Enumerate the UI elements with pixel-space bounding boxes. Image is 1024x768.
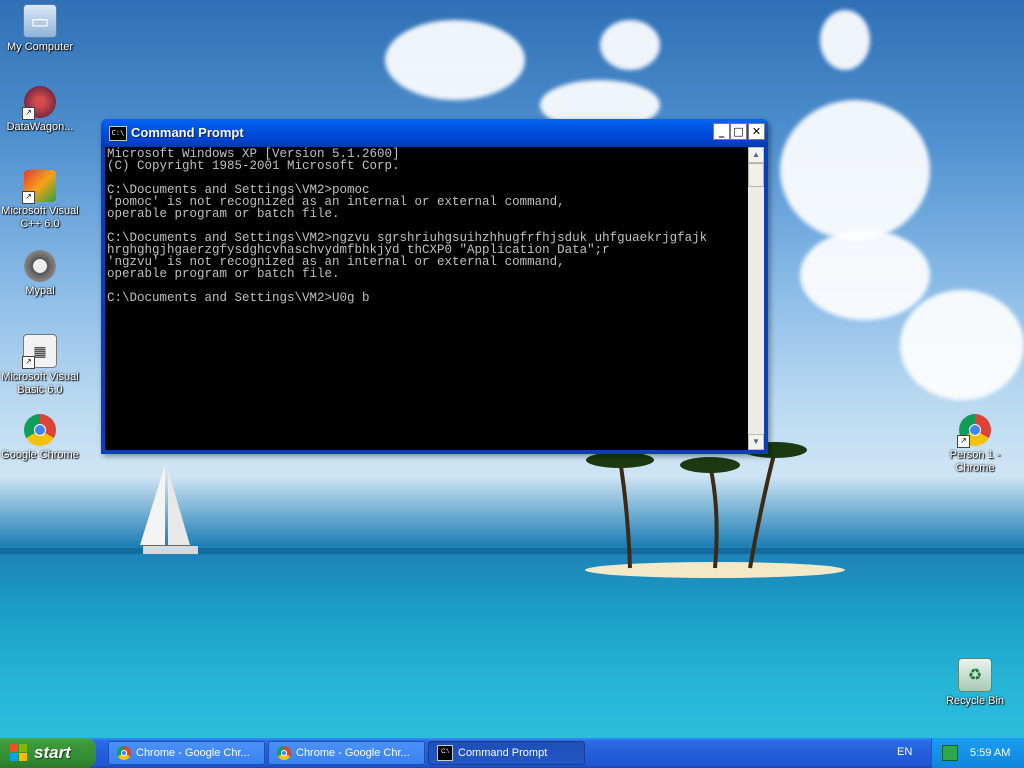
desktop-icon-label: Microsoft Visual Basic 6.0	[1, 371, 79, 396]
desktop-icon-label: My Computer	[6, 41, 74, 53]
my-computer-icon: ▭	[23, 4, 57, 38]
close-button[interactable]: ✕	[748, 123, 765, 140]
taskbar-item-label: Chrome - Google Chr...	[296, 747, 410, 759]
datawagon-icon: ↗	[22, 86, 56, 120]
scroll-down-button[interactable]: ▼	[748, 434, 764, 450]
windows-logo-icon	[10, 744, 28, 762]
scroll-thumb[interactable]	[748, 163, 764, 187]
cloud	[800, 230, 930, 320]
command-prompt-window[interactable]: C:\ Command Prompt _ □ ✕ Microsoft Windo…	[101, 119, 768, 454]
language-indicator[interactable]: EN	[897, 746, 912, 758]
minimize-button[interactable]: _	[713, 123, 730, 140]
visual-basic-icon: ▦ ↗	[22, 334, 57, 369]
window-titlebar[interactable]: C:\ Command Prompt _ □ ✕	[101, 119, 768, 147]
chrome-person-icon: ↗	[957, 414, 991, 448]
chrome-icon	[24, 414, 56, 446]
console-output[interactable]: Microsoft Windows XP [Version 5.1.2600] …	[105, 147, 748, 450]
desktop-icon-label: Microsoft Visual C++ 6.0	[1, 205, 79, 230]
cloud	[780, 100, 930, 240]
desktop-icon-visual-basic[interactable]: ▦ ↗ Microsoft Visual Basic 6.0	[0, 334, 80, 397]
start-label: start	[34, 743, 71, 762]
clock[interactable]: 5:59 AM	[970, 747, 1010, 759]
sailboat	[140, 465, 198, 554]
network-icon[interactable]	[942, 745, 958, 761]
shortcut-arrow-icon: ↗	[22, 356, 35, 369]
desktop-icon-person1-chrome[interactable]: ↗ Person 1 - Chrome	[935, 414, 1015, 475]
console-text: Microsoft Windows XP [Version 5.1.2600] …	[107, 147, 708, 305]
taskbar-item-command-prompt[interactable]: C:\ Command Prompt	[428, 741, 585, 765]
desktop-icon-recycle-bin[interactable]: ♻ Recycle Bin	[935, 658, 1015, 708]
taskbar-item-label: Command Prompt	[458, 747, 548, 759]
desktop-icon-label: Recycle Bin	[945, 695, 1005, 707]
taskbar-item-chrome-2[interactable]: Chrome - Google Chr...	[268, 741, 425, 765]
desktop-icon-label: Google Chrome	[1, 449, 79, 461]
desktop-icon-label: Mypal	[25, 285, 55, 297]
shortcut-arrow-icon: ↗	[957, 435, 970, 448]
desktop-icon-visual-cpp[interactable]: ↗ Microsoft Visual C++ 6.0	[0, 170, 80, 231]
mypal-icon	[24, 250, 56, 282]
command-prompt-icon: C:\	[437, 745, 453, 761]
desktop-icon-label: Person 1 - Chrome	[949, 449, 1001, 474]
start-button[interactable]: start	[0, 738, 96, 768]
desktop-icon-my-computer[interactable]: ▭ My Computer	[0, 4, 80, 54]
system-tray: 5:59 AM	[931, 738, 1024, 768]
taskbar-item-chrome-1[interactable]: Chrome - Google Chr...	[108, 741, 265, 765]
cloud	[385, 20, 525, 100]
vertical-scrollbar[interactable]: ▲ ▼	[748, 147, 764, 450]
recycle-bin-icon: ♻	[958, 658, 992, 692]
taskbar: start Chrome - Google Chr... Chrome - Go…	[0, 738, 1024, 768]
chrome-icon	[117, 746, 131, 760]
command-prompt-icon[interactable]: C:\	[109, 126, 127, 141]
chrome-icon	[277, 746, 291, 760]
desktop-icon-google-chrome[interactable]: Google Chrome	[0, 414, 80, 462]
taskbar-item-label: Chrome - Google Chr...	[136, 747, 250, 759]
visual-cpp-icon: ↗	[22, 170, 56, 204]
scroll-up-button[interactable]: ▲	[748, 147, 764, 163]
desktop-icon-datawagon[interactable]: ↗ DataWagon...	[0, 86, 80, 134]
window-title: Command Prompt	[131, 125, 244, 140]
cloud	[900, 290, 1024, 400]
desktop-icon-mypal[interactable]: Mypal	[0, 250, 80, 298]
shortcut-arrow-icon: ↗	[22, 191, 35, 204]
cloud	[600, 20, 660, 70]
desktop-icon-label: DataWagon...	[6, 121, 74, 133]
maximize-button[interactable]: □	[730, 123, 747, 140]
cloud	[820, 10, 870, 70]
shortcut-arrow-icon: ↗	[22, 107, 35, 120]
